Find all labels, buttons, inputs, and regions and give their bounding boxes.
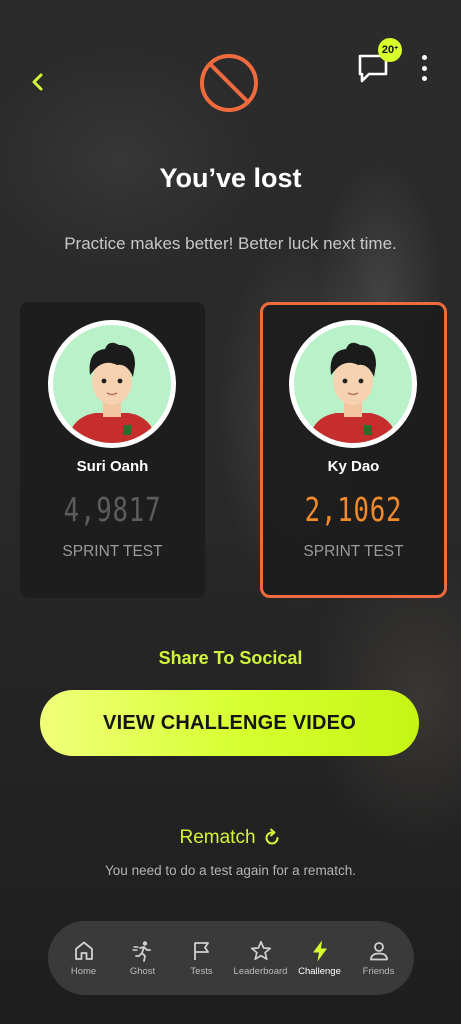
vertical-dots-icon (421, 55, 427, 60)
more-menu-button[interactable] (416, 55, 432, 81)
avatar (289, 320, 417, 448)
notification-badge: 20 + (378, 38, 402, 62)
result-status-icon (198, 52, 260, 114)
result-title: You’ve lost (159, 163, 302, 193)
person-icon (369, 942, 388, 961)
tab-tests[interactable]: Tests (172, 939, 231, 977)
bottom-tab-bar: Home Ghost Tests Leaderboard Challenge F… (48, 921, 414, 995)
ghost-runner-icon (131, 941, 151, 962)
avatar (48, 320, 176, 448)
player-name: Ky Dao (327, 458, 380, 475)
player-card-self: Ky Dao 2,1062 SPRINT TEST (260, 302, 447, 598)
tab-label: Challenge (298, 966, 341, 977)
rematch-note: You need to do a test again for a rematc… (105, 863, 356, 878)
tab-label: Leaderboard (233, 966, 288, 977)
lightning-icon (312, 940, 327, 962)
flag-icon (193, 942, 209, 960)
test-label: SPRINT TEST (303, 543, 404, 560)
test-label: SPRINT TEST (62, 543, 163, 560)
player-card-opponent: Suri Oanh 4,9817 SPRINT TEST (20, 302, 205, 598)
tab-challenge[interactable]: Challenge (290, 939, 349, 977)
tab-ghost[interactable]: Ghost (113, 939, 172, 977)
rematch-label: Rematch (179, 827, 256, 848)
chevron-left-icon (32, 73, 43, 91)
player-name: Suri Oanh (76, 458, 149, 475)
tab-leaderboard[interactable]: Leaderboard (231, 939, 290, 977)
home-icon (74, 941, 93, 960)
share-social-link[interactable]: Share To Socical (0, 648, 461, 669)
prohibited-icon (200, 54, 258, 112)
avatar-illustration (67, 342, 157, 443)
result-subtitle: Practice makes better! Better luck next … (64, 234, 397, 253)
tab-label: Ghost (129, 966, 156, 977)
refresh-icon (265, 828, 279, 845)
tab-label: Friends (362, 966, 395, 977)
rematch-button[interactable]: Rematch (0, 827, 461, 849)
tab-friends[interactable]: Friends (349, 939, 408, 977)
avatar-illustration (308, 342, 398, 443)
player-score: 4,9817 (63, 490, 162, 529)
screen: 20 + You’ve lost Practice makes better! B… (0, 0, 461, 1024)
star-icon (250, 940, 271, 961)
view-challenge-video-button[interactable]: VIEW CHALLENGE VIDEO (40, 690, 419, 756)
player-score: 2,1062 (304, 490, 403, 529)
tab-label: Home (70, 966, 97, 977)
tab-label: Tests (190, 966, 213, 977)
tab-home[interactable]: Home (54, 939, 113, 977)
back-button[interactable] (26, 68, 50, 96)
